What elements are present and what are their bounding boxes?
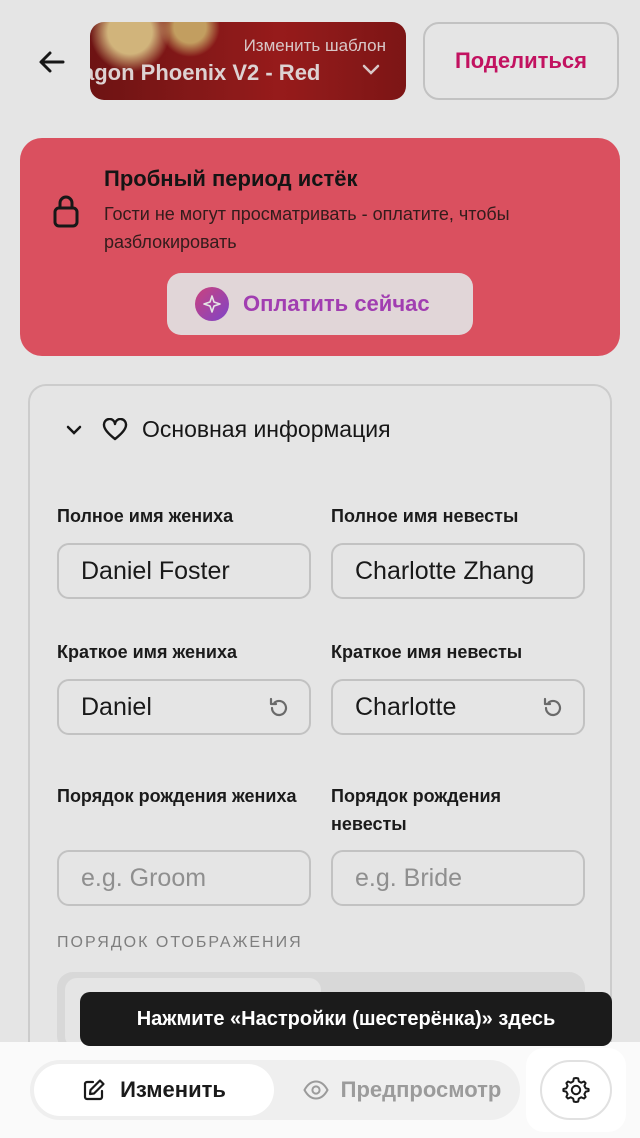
- mode-switcher: Изменить Предпросмотр: [30, 1060, 520, 1120]
- dim-overlay: [0, 0, 640, 1138]
- settings-tooltip: Нажмите «Настройки (шестерёнка)» здесь: [80, 992, 612, 1046]
- settings-button[interactable]: [540, 1060, 612, 1120]
- edit-tab[interactable]: Изменить: [34, 1064, 274, 1116]
- preview-tab-label: Предпросмотр: [340, 1077, 502, 1102]
- edit-tab-label: Изменить: [120, 1077, 226, 1102]
- edit-icon: [83, 1079, 105, 1101]
- preview-tab[interactable]: Предпросмотр: [288, 1064, 516, 1116]
- eye-icon: [303, 1080, 329, 1100]
- gear-icon: [562, 1077, 590, 1103]
